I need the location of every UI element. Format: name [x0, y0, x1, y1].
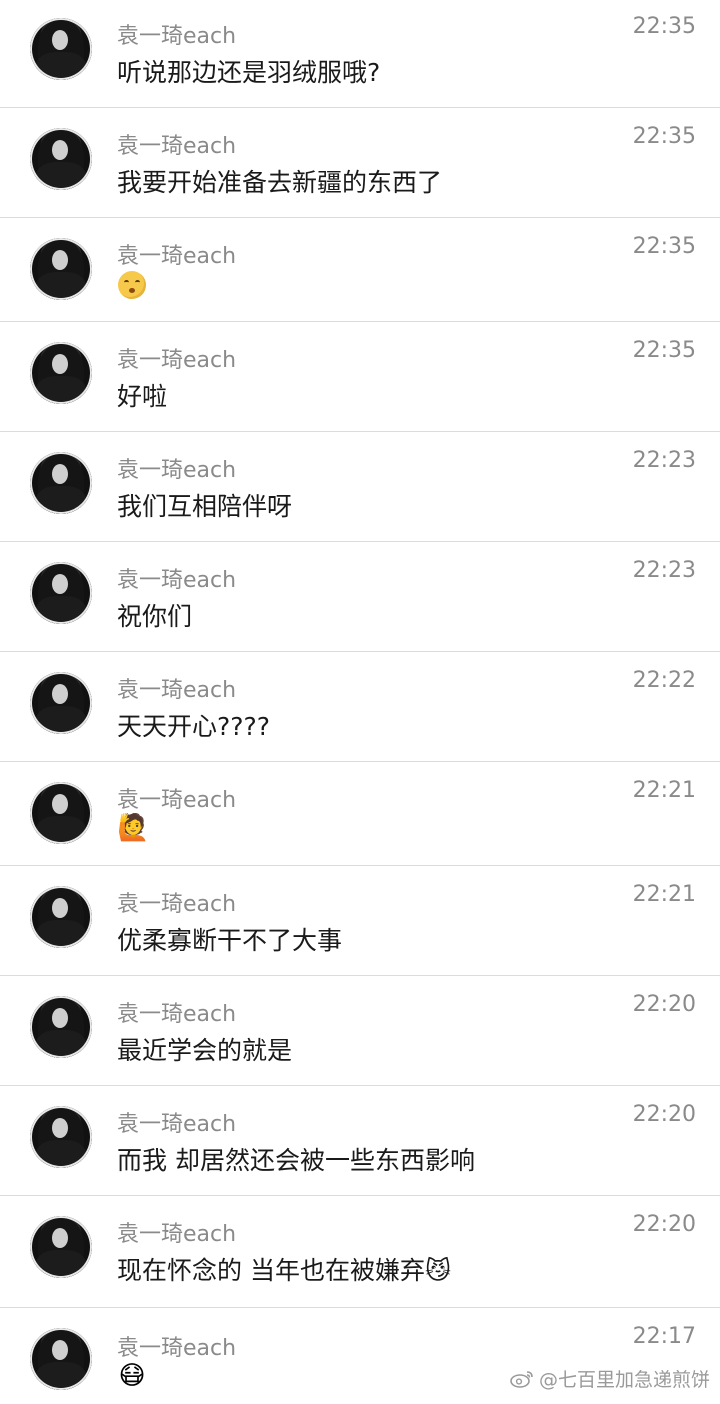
sender-name: 袁一琦each: [117, 458, 237, 483]
message-row[interactable]: 袁一琦each 22:22 天天开心????: [0, 652, 720, 762]
weibo-icon: [510, 1370, 533, 1388]
message-row[interactable]: 袁一琦each 22:23 祝你们: [0, 542, 720, 652]
sender-name: 袁一琦each: [117, 892, 237, 917]
avatar[interactable]: [30, 562, 92, 624]
avatar[interactable]: [30, 1106, 92, 1168]
message-row[interactable]: 袁一琦each 22:20 现在怀念的 当年也在被嫌弃😼: [0, 1196, 720, 1308]
watermark-text: @七百里加急递煎饼: [538, 1369, 710, 1391]
message-time: 22:21: [632, 882, 696, 907]
face-with-mask-emoji-icon: 😷: [118, 1361, 146, 1391]
sender-name: 袁一琦each: [117, 134, 237, 159]
message-row[interactable]: 袁一琦each 22:20 而我 却居然还会被一些东西影响: [0, 1086, 720, 1196]
message-row[interactable]: 袁一琦each 22:35 听说那边还是羽绒服哦?: [0, 0, 720, 108]
message-row[interactable]: 袁一琦each 22:21 优柔寡断干不了大事: [0, 866, 720, 976]
sender-name: 袁一琦each: [117, 788, 237, 813]
message-text: 而我 却居然还会被一些东西影响: [117, 1146, 475, 1175]
avatar[interactable]: [30, 18, 92, 80]
message-time: 22:21: [632, 778, 696, 803]
message-time: 22:20: [632, 1102, 696, 1127]
message-row[interactable]: 袁一琦each 22:35 好啦: [0, 322, 720, 432]
message-text: 最近学会的就是: [117, 1036, 293, 1065]
message-text: 我们互相陪伴呀: [117, 492, 293, 521]
message-time: 22:20: [632, 992, 696, 1017]
message-text: 祝你们: [117, 602, 193, 631]
message-time: 22:35: [632, 124, 696, 149]
raising-hand-emoji-icon: 🙋: [117, 813, 150, 843]
sender-name: 袁一琦each: [117, 568, 237, 593]
avatar[interactable]: [30, 1328, 92, 1390]
cat-face-emoji-icon: 😼: [424, 1256, 452, 1285]
sender-name: 袁一琦each: [117, 348, 237, 373]
message-list: 袁一琦each 22:35 听说那边还是羽绒服哦? 袁一琦each 22:35 …: [0, 0, 720, 1404]
message-time: 22:22: [632, 668, 696, 693]
kissing-face-emoji-icon: [117, 270, 147, 300]
avatar[interactable]: [30, 342, 92, 404]
message-time: 22:35: [632, 234, 696, 259]
message-time: 22:23: [632, 448, 696, 473]
sender-name: 袁一琦each: [117, 678, 237, 703]
message-text: 优柔寡断干不了大事: [117, 926, 343, 955]
avatar[interactable]: [30, 782, 92, 844]
avatar[interactable]: [30, 1216, 92, 1278]
message-row[interactable]: 袁一琦each 22:23 我们互相陪伴呀: [0, 432, 720, 542]
sender-name: 袁一琦each: [117, 1222, 237, 1247]
message-row[interactable]: 袁一琦each 22:35 我要开始准备去新疆的东西了: [0, 108, 720, 218]
message-time: 22:35: [632, 338, 696, 363]
sender-name: 袁一琦each: [117, 1336, 237, 1361]
sender-name: 袁一琦each: [117, 1112, 237, 1137]
message-time: 22:23: [632, 558, 696, 583]
message-text: 现在怀念的 当年也在被嫌弃😼: [117, 1251, 451, 1287]
sender-name: 袁一琦each: [117, 244, 237, 269]
avatar[interactable]: [30, 672, 92, 734]
message-text: 好啦: [117, 382, 168, 411]
sender-name: 袁一琦each: [117, 1002, 237, 1027]
message-row[interactable]: 袁一琦each 22:21 🙋: [0, 762, 720, 866]
message-text: 我要开始准备去新疆的东西了: [117, 168, 443, 197]
message-row[interactable]: 袁一琦each 22:35: [0, 218, 720, 322]
message-text-body: 现在怀念的 当年也在被嫌弃: [117, 1256, 425, 1285]
message-time: 22:35: [632, 14, 696, 39]
avatar[interactable]: [30, 128, 92, 190]
message-row[interactable]: 袁一琦each 22:20 最近学会的就是: [0, 976, 720, 1086]
avatar[interactable]: [30, 238, 92, 300]
avatar[interactable]: [30, 996, 92, 1058]
message-time: 22:17: [632, 1324, 696, 1349]
message-text: 天天开心????: [117, 712, 271, 741]
avatar[interactable]: [30, 886, 92, 948]
avatar[interactable]: [30, 452, 92, 514]
sender-name: 袁一琦each: [117, 24, 237, 49]
message-time: 22:20: [632, 1212, 696, 1237]
message-text: 听说那边还是羽绒服哦?: [117, 58, 381, 87]
watermark: @七百里加急递煎饼: [509, 1365, 710, 1392]
